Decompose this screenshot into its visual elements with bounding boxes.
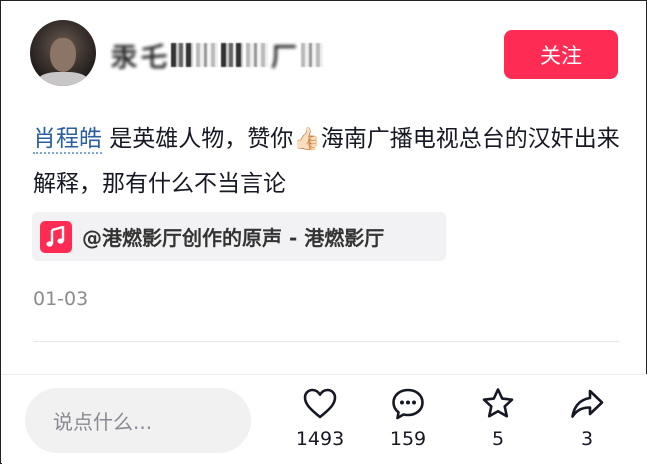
comment-text-part1: 是英雄人物，赞你 <box>102 126 294 152</box>
comment-bubble-icon <box>392 388 424 420</box>
share-arrow-icon <box>571 389 604 418</box>
comment-count: 159 <box>389 428 427 450</box>
username[interactable]: 汞 乇 厂 <box>111 37 324 73</box>
divider <box>33 341 619 342</box>
username-char: 汞 <box>111 42 139 73</box>
music-label: @港燃影厅创作的原声 - 港燃影厅 <box>82 226 385 250</box>
post-date: 01-03 <box>33 288 89 310</box>
username-mosaic <box>171 43 194 67</box>
comment-input[interactable]: 说点什么... <box>25 388 251 453</box>
comment-text: 肖程皓 是英雄人物，赞你👍🏻海南广播电视总台的汉奸出来解释，那有什么不当言论 <box>33 117 623 206</box>
favorite-button[interactable]: 5 <box>458 386 538 456</box>
share-button[interactable]: 3 <box>547 386 627 456</box>
heart-icon <box>303 388 337 419</box>
music-card[interactable]: @港燃影厅创作的原声 - 港燃影厅 <box>32 212 446 261</box>
mention-link[interactable]: 肖程皓 <box>33 126 102 154</box>
username-mosaic <box>196 43 219 67</box>
avatar[interactable] <box>30 20 96 86</box>
music-note-icon <box>40 220 72 253</box>
username-char: 乇 <box>141 42 169 73</box>
like-count: 1493 <box>295 428 345 450</box>
username-mosaic <box>221 43 244 67</box>
username-mosaic <box>301 43 324 67</box>
thumbs-up-emoji: 👍🏻 <box>293 127 321 152</box>
follow-button[interactable]: 关注 <box>504 30 618 79</box>
comment-button[interactable]: 159 <box>368 386 448 456</box>
app-frame: 汞 乇 厂 关注 肖程皓 是英雄人物，赞你👍🏻海南广播电视总台的汉奸出来解释，那… <box>0 0 647 464</box>
like-button[interactable]: 1493 <box>280 386 360 456</box>
username-mosaic <box>246 43 269 67</box>
username-char: 厂 <box>271 42 299 73</box>
favorite-count: 5 <box>491 428 505 450</box>
star-icon <box>482 388 514 418</box>
share-count: 3 <box>580 428 594 450</box>
